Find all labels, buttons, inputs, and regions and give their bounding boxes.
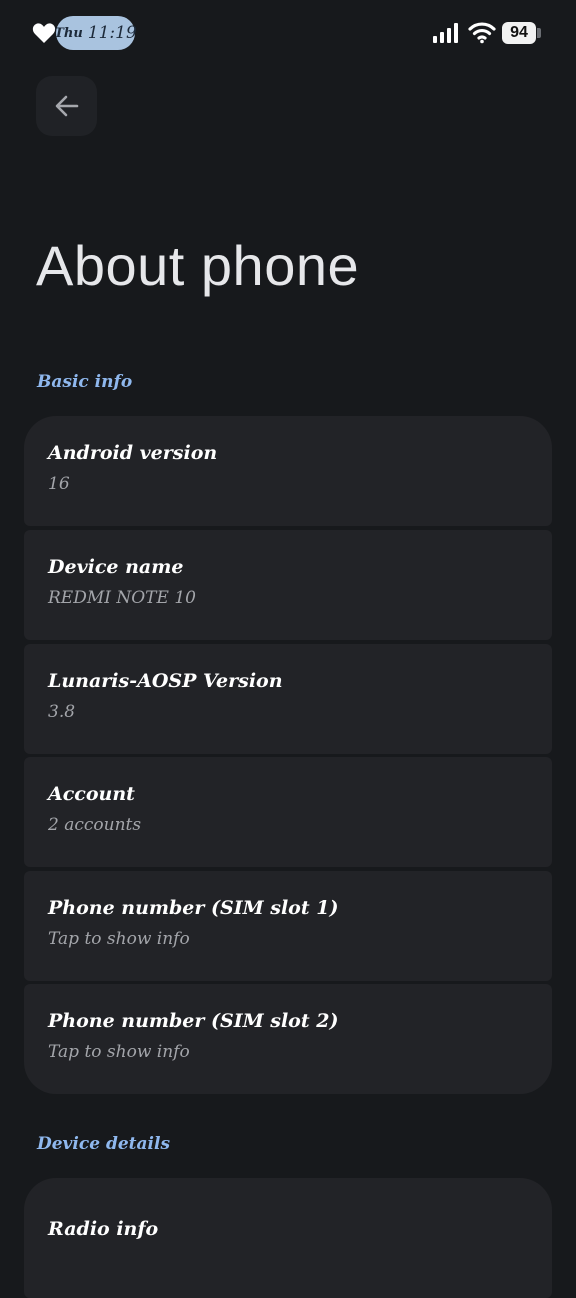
phone-number-sim2-item[interactable]: Phone number (SIM slot 2) Tap to show in…	[24, 984, 552, 1094]
item-subtitle: 3.8	[48, 702, 76, 722]
time-pill: Thu 11:19	[54, 16, 137, 50]
battery-level: 94	[510, 24, 528, 41]
page-title: About phone	[36, 234, 360, 297]
status-bar: Thu 11:19 94	[0, 0, 576, 64]
item-title: Device name	[48, 556, 184, 578]
account-item[interactable]: Account 2 accounts	[24, 757, 552, 867]
wifi-icon	[468, 22, 496, 44]
section-label-basic-info: Basic info	[37, 372, 133, 392]
item-subtitle: 16	[48, 474, 70, 494]
item-title: Phone number (SIM slot 1)	[48, 897, 339, 919]
item-subtitle: Tap to show info	[48, 1042, 190, 1062]
item-subtitle: 2 accounts	[48, 815, 142, 835]
android-version-item[interactable]: Android version 16	[24, 416, 552, 526]
item-title: Lunaris-AOSP Version	[48, 670, 283, 692]
battery-icon: 94	[502, 22, 536, 44]
item-title: Phone number (SIM slot 2)	[48, 1010, 339, 1032]
item-title: Radio info	[48, 1218, 159, 1240]
heart-icon	[32, 23, 56, 43]
section-label-device-details: Device details	[37, 1134, 171, 1154]
phone-number-sim1-item[interactable]: Phone number (SIM slot 1) Tap to show in…	[24, 871, 552, 981]
day-label: Thu	[54, 25, 83, 41]
item-title: Android version	[48, 442, 218, 464]
item-subtitle: REDMI NOTE 10	[48, 588, 196, 608]
clock-time: 11:19	[87, 23, 137, 43]
signal-icon	[433, 23, 458, 43]
item-title: Account	[48, 783, 135, 805]
device-name-item[interactable]: Device name REDMI NOTE 10	[24, 530, 552, 640]
arrow-left-icon	[55, 95, 78, 117]
item-subtitle: Tap to show info	[48, 929, 190, 949]
radio-info-item[interactable]: Radio info	[24, 1178, 552, 1298]
battery-tip	[537, 28, 541, 38]
back-button[interactable]	[36, 76, 97, 136]
rom-version-item[interactable]: Lunaris-AOSP Version 3.8	[24, 644, 552, 754]
